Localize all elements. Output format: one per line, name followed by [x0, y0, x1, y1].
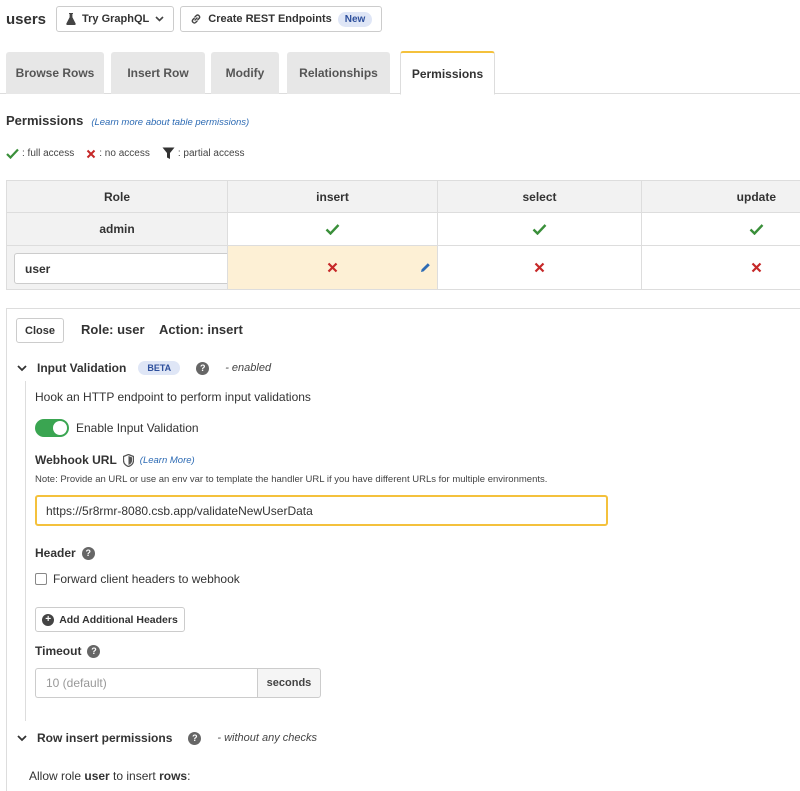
- header-heading: Header ?: [35, 546, 95, 560]
- shield-icon: [122, 453, 134, 467]
- help-icon[interactable]: ?: [196, 361, 210, 375]
- input-validation-header[interactable]: Input Validation BETA ? - enabled: [17, 361, 271, 375]
- column-header-insert: insert: [227, 180, 438, 213]
- help-icon[interactable]: ?: [87, 644, 101, 658]
- cross-icon: [327, 262, 338, 273]
- enable-validation-toggle[interactable]: [35, 419, 69, 437]
- legend-none: : no access: [99, 148, 150, 159]
- role-admin: admin: [6, 212, 228, 246]
- cross-icon: [534, 262, 545, 273]
- forward-headers-checkbox[interactable]: [35, 573, 47, 585]
- check-icon: [6, 148, 19, 159]
- webhook-url-heading: Webhook URL (Learn More): [35, 453, 195, 467]
- legend-partial: : partial access: [177, 148, 245, 159]
- help-icon[interactable]: ?: [188, 731, 202, 745]
- role-user-input[interactable]: user: [14, 253, 245, 284]
- allow-prefix: Allow role: [29, 769, 85, 783]
- legend-full: : full access: [22, 148, 75, 159]
- input-validation-title: Input Validation: [37, 361, 127, 375]
- tab-bar: Browse Rows Insert Row Modify Relationsh…: [0, 49, 800, 95]
- learn-more-link[interactable]: (Learn More): [140, 455, 195, 466]
- timeout-title: Timeout: [35, 644, 82, 658]
- cross-icon: [751, 262, 762, 273]
- rest-label: Create REST Endpoints: [208, 13, 332, 25]
- flask-icon: [66, 13, 76, 25]
- header-title: Header: [35, 546, 76, 560]
- allow-suffix: :: [187, 769, 191, 783]
- permission-editor: Close Role: user Action: insert Input Va…: [6, 308, 800, 791]
- input-validation-description: Hook an HTTP endpoint to perform input v…: [35, 390, 311, 404]
- input-validation-status: - enabled: [225, 362, 272, 374]
- toggle-knob: [53, 421, 67, 435]
- try-graphql-label: Try GraphQL: [82, 13, 150, 25]
- tab-relationships[interactable]: Relationships: [287, 52, 390, 94]
- allow-role: user: [84, 769, 110, 783]
- tab-insert-row[interactable]: Insert Row: [111, 52, 205, 94]
- column-header-update: update: [641, 180, 800, 213]
- cross-icon: [87, 149, 96, 158]
- user-update-cell[interactable]: [641, 245, 800, 290]
- admin-insert-cell[interactable]: [227, 212, 438, 246]
- check-icon: [325, 224, 340, 235]
- allow-rows: rows: [159, 769, 188, 783]
- add-headers-label: Add Additional Headers: [59, 613, 178, 626]
- help-icon[interactable]: ?: [81, 546, 95, 560]
- chevron-down-icon: [155, 16, 164, 22]
- learn-permissions-link[interactable]: (Learn more about table permissions): [91, 117, 249, 128]
- section-guide-line: [25, 381, 26, 721]
- row-permissions-header[interactable]: Row insert permissions ? - without any c…: [17, 731, 317, 745]
- toggle-label: Enable Input Validation: [76, 421, 199, 435]
- chevron-down-icon: [17, 364, 27, 371]
- webhook-note: Note: Provide an URL or use an env var t…: [35, 474, 548, 485]
- row-permissions-status: - without any checks: [217, 732, 318, 744]
- beta-badge: BETA: [138, 361, 181, 375]
- user-insert-cell[interactable]: [227, 245, 438, 290]
- column-header-select: select: [437, 180, 642, 213]
- action-label: Action: insert: [159, 322, 243, 337]
- tab-modify[interactable]: Modify: [211, 52, 279, 94]
- link-icon: [192, 14, 201, 24]
- allow-mid: to insert: [109, 769, 160, 783]
- admin-update-cell[interactable]: [641, 212, 800, 246]
- check-icon: [749, 224, 764, 235]
- permissions-heading: Permissions (Learn more about table perm…: [6, 113, 249, 128]
- column-header-role: Role: [6, 180, 228, 213]
- create-rest-endpoints-button[interactable]: Create REST Endpoints New: [180, 6, 383, 32]
- user-select-cell[interactable]: [437, 245, 642, 290]
- table-title: users: [6, 10, 47, 28]
- timeout-input[interactable]: 10 (default): [35, 668, 257, 698]
- access-legend: : full access : no access : partial acce…: [6, 147, 257, 160]
- admin-select-cell[interactable]: [437, 212, 642, 246]
- permissions-title: Permissions: [6, 113, 84, 128]
- top-bar: users Try GraphQL Create REST Endpoints …: [0, 0, 800, 38]
- pencil-icon[interactable]: [420, 262, 431, 273]
- close-button[interactable]: Close: [16, 318, 64, 343]
- chevron-down-icon: [17, 734, 27, 741]
- allow-role-text: Allow role user to insert rows:: [29, 769, 190, 783]
- forward-headers-row[interactable]: Forward client headers to webhook: [35, 572, 240, 586]
- timeout-heading: Timeout ?: [35, 644, 101, 658]
- role-label: Role: user: [81, 322, 145, 337]
- webhook-url-title: Webhook URL: [35, 453, 117, 467]
- new-badge: New: [337, 11, 373, 27]
- try-graphql-button[interactable]: Try GraphQL: [56, 6, 175, 32]
- tab-permissions[interactable]: Permissions: [400, 51, 495, 95]
- filter-icon: [162, 147, 175, 159]
- row-permissions-title: Row insert permissions: [37, 731, 173, 745]
- forward-headers-label: Forward client headers to webhook: [53, 572, 240, 586]
- plus-circle-icon: +: [42, 613, 55, 626]
- webhook-url-input[interactable]: https://5r8rmr-8080.csb.app/validateNewU…: [35, 495, 608, 526]
- tab-browse-rows[interactable]: Browse Rows: [6, 52, 104, 94]
- check-icon: [532, 224, 547, 235]
- timeout-unit: seconds: [257, 668, 321, 698]
- add-headers-button[interactable]: + Add Additional Headers: [35, 607, 185, 632]
